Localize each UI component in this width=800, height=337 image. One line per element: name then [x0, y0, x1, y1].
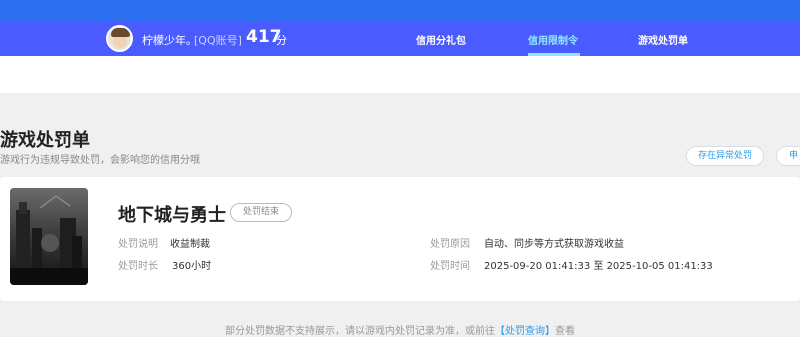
abnormal-penalty-button[interactable]: 存在异常处罚	[686, 146, 764, 166]
game-cover-image	[10, 188, 88, 285]
footer-note: 部分处罚数据不支持展示，请以游戏内处罚记录为准，或前往【处罚查询】查看	[0, 322, 800, 337]
tab-game-penalty[interactable]: 游戏处罚单	[638, 32, 688, 47]
penalty-duration-label: 处罚时长	[118, 261, 158, 272]
penalty-reason-label: 处罚原因	[430, 239, 470, 250]
section-title: 游戏处罚单	[0, 130, 90, 151]
qq-account-tag: [QQ账号]	[194, 34, 242, 47]
avatar[interactable]	[106, 25, 133, 52]
penalty-time-label: 处罚时间	[430, 261, 470, 272]
credit-score-unit: 分	[276, 34, 287, 47]
nickname: 柠檬少年。	[142, 34, 197, 47]
penalty-method-label: 处罚说明	[118, 239, 158, 250]
tab-credit-restriction[interactable]: 信用限制令	[528, 32, 578, 47]
status-badge: 处罚结束	[230, 203, 292, 222]
section-subtitle: 游戏行为违规导致处罚，会影响您的信用分哦	[0, 155, 200, 166]
appeal-button-partial[interactable]: 申	[776, 146, 800, 166]
penalty-time-value: 2025-09-20 01:41:33 至 2025-10-05 01:41:3…	[484, 261, 713, 272]
penalty-method-value: 收益制裁	[170, 239, 210, 250]
penalty-reason-value: 自动、同步等方式获取游戏收益	[484, 239, 624, 250]
content-top-panel	[0, 56, 800, 93]
top-strip	[0, 0, 800, 22]
penalty-duration-value: 360小时	[172, 261, 212, 272]
header-nav: 柠檬少年。 [QQ账号] 417 分 信用分礼包 信用限制令 游戏处罚单	[0, 22, 800, 56]
penalty-card: 地下城与勇士 处罚结束 处罚说明 收益制裁 处罚原因 自动、同步等方式获取游戏收…	[0, 177, 800, 301]
tab-credit-gift[interactable]: 信用分礼包	[416, 32, 466, 47]
avatar-hair	[111, 28, 130, 37]
game-name: 地下城与勇士	[118, 205, 226, 226]
